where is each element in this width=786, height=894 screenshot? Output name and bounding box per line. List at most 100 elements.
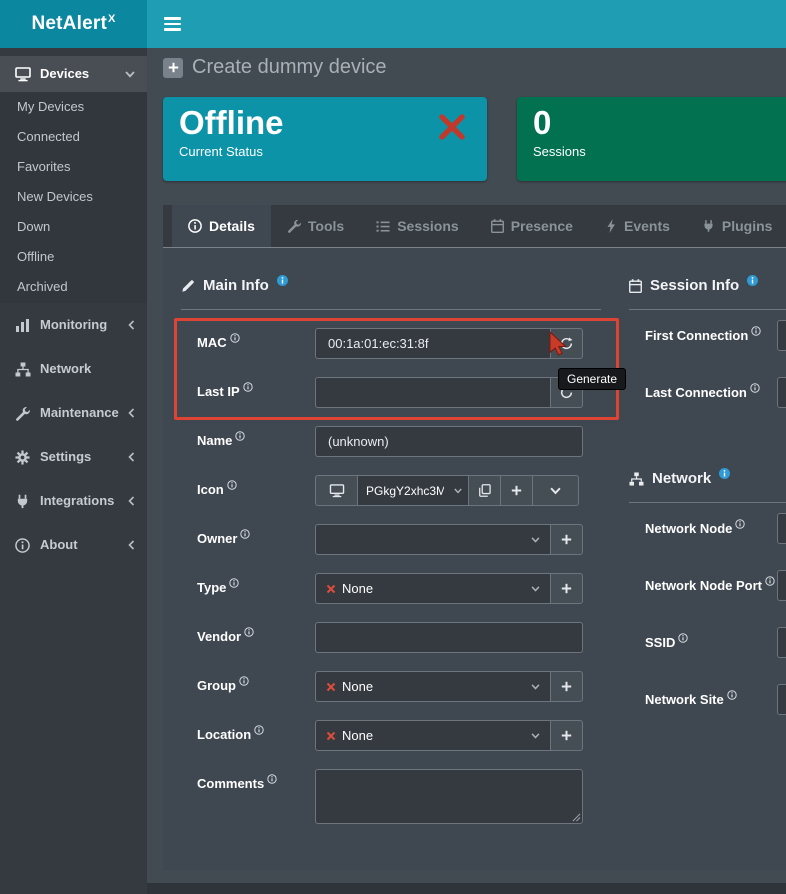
tab-plugins[interactable]: Plugins: [686, 205, 786, 247]
info-icon[interactable]: [735, 519, 745, 529]
session-info-header: Session Info: [629, 277, 786, 310]
vendor-label: Vendor: [197, 622, 315, 645]
sidebar-item-network[interactable]: Network: [0, 347, 147, 391]
tab-sessions[interactable]: Sessions: [360, 205, 474, 247]
icon-select[interactable]: PGkgY2xhc3M: [357, 475, 469, 506]
icon-preview-button[interactable]: [315, 475, 358, 506]
info-icon[interactable]: [719, 468, 730, 479]
info-icon[interactable]: [235, 431, 245, 441]
last-connection-input[interactable]: [777, 377, 786, 408]
ssid-row: SSID: [629, 627, 786, 658]
info-icon[interactable]: [229, 578, 239, 588]
status-label: Current Status: [163, 141, 487, 159]
plus-icon: [511, 485, 522, 496]
sidebar-item-down[interactable]: Down: [0, 212, 147, 242]
brand-name: NetAlert: [31, 13, 107, 35]
name-input[interactable]: (unknown): [315, 426, 583, 457]
monitor-icon: [13, 67, 32, 82]
group-label: Group: [197, 671, 315, 694]
resize-grip-icon[interactable]: [572, 813, 581, 822]
info-icon[interactable]: [239, 676, 249, 686]
sidebar-item-devices[interactable]: Devices: [0, 56, 147, 92]
group-select[interactable]: None: [315, 671, 551, 702]
sidebar-item-connected[interactable]: Connected: [0, 122, 147, 152]
chevron-down-icon: [125, 71, 135, 78]
sidebar-item-maintenance[interactable]: Maintenance: [0, 391, 147, 435]
status-box-offline: Offline Current Status: [163, 97, 487, 181]
info-icon[interactable]: [750, 383, 760, 393]
sidebar-item-archived[interactable]: Archived: [0, 272, 147, 302]
calendar-icon: [491, 219, 504, 233]
vendor-input[interactable]: [315, 622, 583, 653]
plug-icon: [702, 219, 715, 233]
chevron-down-icon: [550, 487, 561, 495]
group-row: Group None: [181, 671, 601, 702]
sidebar-item-integrations[interactable]: Integrations: [0, 479, 147, 523]
last-connection-label: Last Connection: [645, 377, 777, 401]
location-select[interactable]: None: [315, 720, 551, 751]
group-add-button[interactable]: [550, 671, 583, 702]
network-node-input[interactable]: [777, 513, 786, 544]
sidebar-item-about[interactable]: About: [0, 523, 147, 567]
info-icon[interactable]: [243, 382, 253, 392]
sidebar-item-favorites[interactable]: Favorites: [0, 152, 147, 182]
gear-icon: [13, 450, 32, 465]
owner-label: Owner: [197, 524, 315, 547]
location-add-button[interactable]: [550, 720, 583, 751]
generate-tooltip: Generate: [558, 368, 626, 390]
icon-dropdown-button[interactable]: [532, 475, 579, 506]
info-icon[interactable]: [765, 576, 775, 586]
info-icon[interactable]: [227, 480, 237, 490]
last-ip-row: Last IP: [181, 377, 601, 408]
tab-presence[interactable]: Presence: [475, 205, 589, 247]
info-icon[interactable]: [751, 326, 761, 336]
info-icon[interactable]: [267, 774, 277, 784]
sidebar-item-offline[interactable]: Offline: [0, 242, 147, 272]
icon-copy-button[interactable]: [468, 475, 501, 506]
mac-generate-button[interactable]: [550, 328, 583, 359]
info-icon[interactable]: [230, 333, 240, 343]
mac-input[interactable]: 00:1a:01:ec:31:8f: [315, 328, 551, 359]
chevron-down-icon: [531, 537, 540, 543]
comments-textarea[interactable]: [315, 769, 583, 824]
info-icon[interactable]: [747, 275, 758, 286]
sidebar-item-my-devices[interactable]: My Devices: [0, 92, 147, 122]
tab-details[interactable]: Details: [172, 205, 271, 247]
type-add-button[interactable]: [550, 573, 583, 604]
group-select-value: None: [342, 679, 373, 694]
first-connection-input[interactable]: [777, 320, 786, 351]
network-site-input[interactable]: [777, 684, 786, 715]
info-icon[interactable]: [678, 633, 688, 643]
type-select[interactable]: None: [315, 573, 551, 604]
red-x-icon: [326, 731, 336, 741]
plus-icon: [561, 681, 572, 692]
main-info-section: Main Info MAC 00:1a:01:ec:31:8f Last IP: [181, 277, 601, 842]
brand-sup: X: [108, 13, 116, 25]
last-ip-input[interactable]: [315, 377, 551, 408]
info-icon[interactable]: [277, 275, 288, 286]
info-icon[interactable]: [244, 627, 254, 637]
hamburger-icon[interactable]: [164, 14, 181, 34]
chevron-left-icon: [128, 320, 135, 330]
owner-select[interactable]: [315, 524, 551, 555]
tab-tools[interactable]: Tools: [271, 205, 360, 247]
status-label: Sessions: [517, 141, 786, 159]
info-icon[interactable]: [240, 529, 250, 539]
ssid-input[interactable]: [777, 627, 786, 658]
list-icon: [376, 220, 390, 233]
last-ip-label: Last IP: [197, 377, 315, 400]
sidebar-item-new-devices[interactable]: New Devices: [0, 182, 147, 212]
info-icon[interactable]: [254, 725, 264, 735]
owner-add-button[interactable]: [550, 524, 583, 555]
network-site-label: Network Site: [645, 684, 777, 708]
info-icon[interactable]: [727, 690, 737, 700]
icon-add-button[interactable]: [500, 475, 533, 506]
sidebar-item-settings[interactable]: Settings: [0, 435, 147, 479]
location-label: Location: [197, 720, 315, 743]
network-node-label: Network Node: [645, 513, 777, 537]
location-select-value: None: [342, 728, 373, 743]
tab-events[interactable]: Events: [589, 205, 686, 247]
network-node-port-input[interactable]: [777, 570, 786, 601]
sidebar-item-monitoring[interactable]: Monitoring: [0, 303, 147, 347]
brand-logo[interactable]: NetAlertX: [0, 0, 147, 48]
